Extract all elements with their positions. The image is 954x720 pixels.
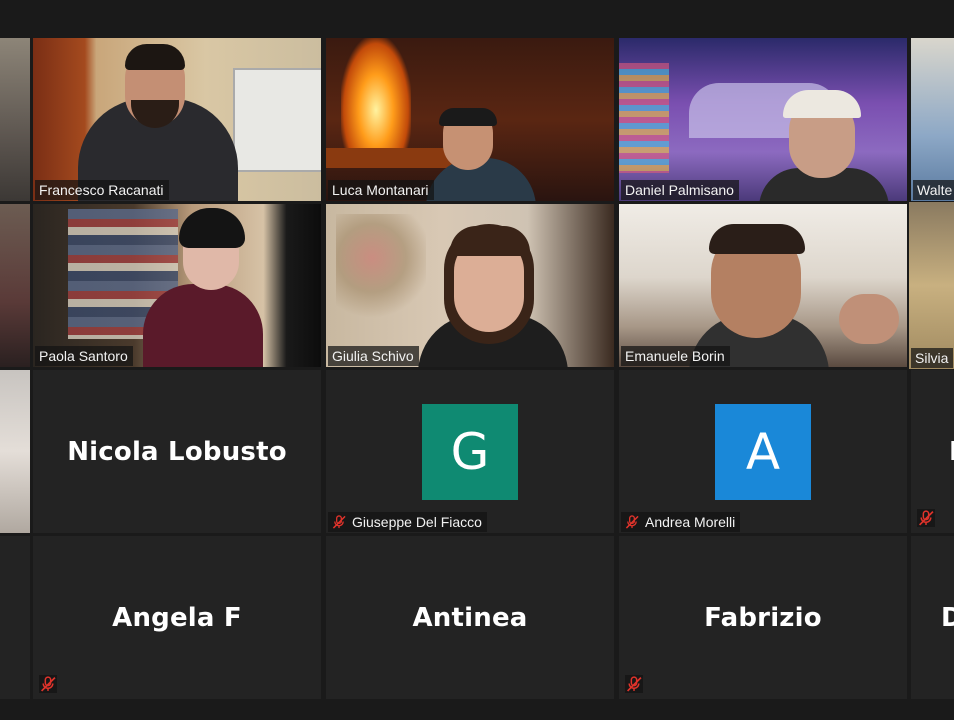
video-tile-paola-santoro[interactable]: Paola Santoro: [33, 204, 321, 367]
participant-name-label: Paola Santoro: [35, 346, 133, 366]
participant-display-name: D: [941, 602, 954, 633]
name-tile-nicola-lobusto[interactable]: Nicola Lobusto: [33, 370, 321, 533]
participant-name-label: Silvia: [911, 348, 954, 368]
participant-display-name: N: [949, 437, 954, 467]
mic-muted-icon: [39, 675, 57, 693]
participant-display-name: Angela F: [112, 602, 242, 633]
mic-muted-icon: [917, 509, 935, 527]
avatar-tile-andrea-morelli[interactable]: A Andrea Morelli: [619, 370, 907, 533]
participant-name-label: Emanuele Borin: [621, 346, 730, 366]
name-tile-partial-right-3[interactable]: N: [911, 370, 954, 533]
video-tile-emanuele-borin[interactable]: Emanuele Borin: [619, 204, 907, 367]
name-tile-fabrizio[interactable]: Fabrizio: [619, 536, 907, 699]
participant-name-label: Francesco Racanati: [35, 180, 169, 200]
tile-partial-left-4[interactable]: [0, 536, 30, 699]
participant-name-label: Luca Montanari: [328, 180, 434, 200]
video-tile-partial-left-2[interactable]: [0, 204, 30, 367]
video-tile-giulia-schivo[interactable]: Giulia Schivo: [326, 204, 614, 367]
video-tile-partial-left-3[interactable]: [0, 370, 30, 533]
video-tile-francesco-racanati[interactable]: Francesco Racanati: [33, 38, 321, 201]
participant-display-name: Fabrizio: [704, 602, 822, 633]
mic-muted-icon: [625, 675, 643, 693]
video-tile-luca-montanari[interactable]: Luca Montanari: [326, 38, 614, 201]
participant-name: Giuseppe Del Fiacco: [352, 514, 482, 530]
video-tile-daniel-palmisano[interactable]: Daniel Palmisano: [619, 38, 907, 201]
name-tile-partial-right-4[interactable]: D: [911, 536, 954, 699]
participant-avatar: A: [715, 404, 811, 500]
participant-name-label: Walte: [913, 180, 954, 200]
mic-muted-icon: [332, 515, 346, 529]
participant-display-name: Antinea: [412, 602, 528, 633]
participant-name-label: Daniel Palmisano: [621, 180, 739, 200]
participant-avatar: G: [422, 404, 518, 500]
participant-name-label: Andrea Morelli: [621, 512, 741, 532]
video-tile-silvia[interactable]: Silvia: [909, 202, 954, 369]
name-tile-angela-f[interactable]: Angela F: [33, 536, 321, 699]
participant-name: Andrea Morelli: [645, 514, 736, 530]
video-tile-walte[interactable]: Walte: [911, 38, 954, 201]
participant-display-name: Nicola Lobusto: [67, 436, 287, 467]
participant-name-label: Giuseppe Del Fiacco: [328, 512, 487, 532]
participant-name-label: Giulia Schivo: [328, 346, 419, 366]
mic-muted-icon: [625, 515, 639, 529]
avatar-tile-giuseppe-del-fiacco[interactable]: G Giuseppe Del Fiacco: [326, 370, 614, 533]
video-tile-partial-left-1[interactable]: [0, 38, 30, 201]
name-tile-antinea[interactable]: Antinea: [326, 536, 614, 699]
